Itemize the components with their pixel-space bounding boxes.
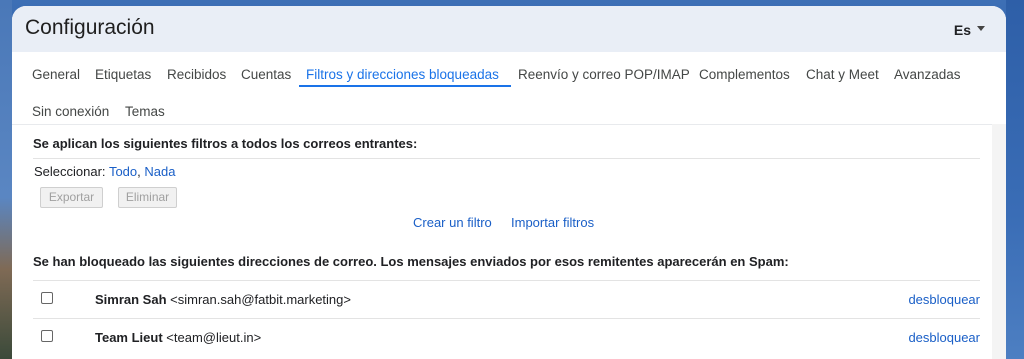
desktop-background-left — [0, 0, 12, 359]
tab-addons[interactable]: Complementos — [699, 67, 790, 82]
divider — [33, 158, 980, 159]
blocked-sender: Team Lieut <team@lieut.in> — [95, 330, 261, 345]
settings-tabs: General Etiquetas Recibidos Cuentas Filt… — [12, 52, 1006, 125]
filters-heading: Se aplican los siguientes filtros a todo… — [33, 136, 418, 151]
unblock-link[interactable]: desbloquear — [908, 330, 980, 345]
scrollbar[interactable] — [992, 124, 1006, 359]
sender-email: <team@lieut.in> — [166, 330, 262, 345]
settings-header: Configuración Es — [12, 6, 1006, 52]
delete-button[interactable]: Eliminar — [118, 187, 177, 208]
tab-advanced[interactable]: Avanzadas — [894, 67, 961, 82]
active-tab-indicator — [299, 85, 511, 87]
tab-filters-blocked[interactable]: Filtros y direcciones bloqueadas — [306, 67, 499, 82]
import-filters-link[interactable]: Importar filtros — [511, 215, 594, 230]
row-checkbox[interactable] — [41, 330, 53, 342]
tab-general[interactable]: General — [32, 67, 80, 82]
language-label: Es — [953, 22, 971, 38]
sender-email: <simran.sah@fatbit.marketing> — [170, 292, 351, 307]
language-selector[interactable]: Es — [954, 22, 985, 38]
tab-forwarding-pop-imap[interactable]: Reenvío y correo POP/IMAP — [518, 67, 690, 82]
export-button[interactable]: Exportar — [40, 187, 103, 208]
tab-labels[interactable]: Etiquetas — [95, 67, 151, 82]
table-row: Simran Sah <simran.sah@fatbit.marketing>… — [33, 280, 980, 319]
settings-panel: Configuración Es General Etiquetas Recib… — [12, 6, 1006, 359]
desktop-background-right — [1006, 0, 1024, 359]
sender-name: Simran Sah — [95, 292, 167, 307]
blocked-sender: Simran Sah <simran.sah@fatbit.marketing> — [95, 292, 351, 307]
tab-offline[interactable]: Sin conexión — [32, 104, 109, 119]
select-all-link[interactable]: Todo — [109, 164, 137, 179]
row-checkbox[interactable] — [41, 292, 53, 304]
tab-inbox[interactable]: Recibidos — [167, 67, 226, 82]
blocked-heading: Se han bloqueado las siguientes direccio… — [33, 254, 789, 269]
table-row: Team Lieut <team@lieut.in> desbloquear — [33, 318, 980, 357]
select-controls: Seleccionar: Todo, Nada — [34, 164, 175, 179]
tab-themes[interactable]: Temas — [125, 104, 165, 119]
chevron-down-icon — [977, 25, 985, 31]
tab-accounts[interactable]: Cuentas — [241, 67, 291, 82]
page-title: Configuración — [25, 16, 155, 39]
unblock-link[interactable]: desbloquear — [908, 292, 980, 307]
sender-name: Team Lieut — [95, 330, 163, 345]
select-label: Seleccionar: — [34, 164, 106, 179]
create-filter-link[interactable]: Crear un filtro — [413, 215, 492, 230]
tab-chat-meet[interactable]: Chat y Meet — [806, 67, 879, 82]
select-none-link[interactable]: Nada — [144, 164, 175, 179]
